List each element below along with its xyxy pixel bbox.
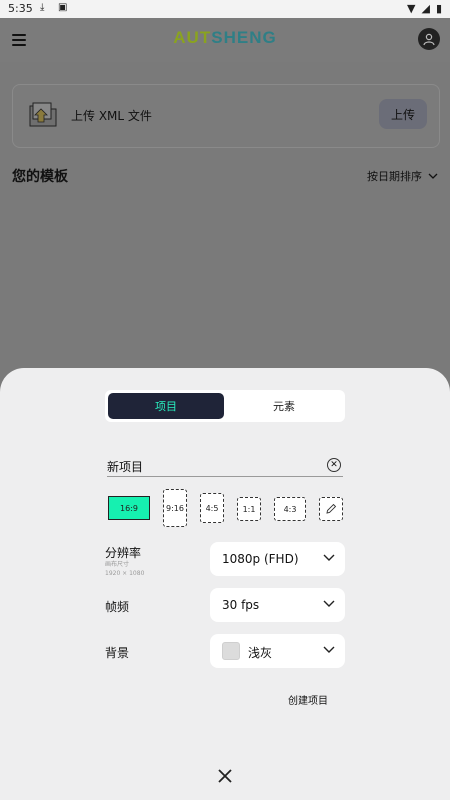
ratio-4-5[interactable]: 4:5: [200, 493, 224, 523]
brand-logo: AUTSHENG: [0, 28, 450, 48]
folder-upload-icon: [29, 101, 57, 127]
project-name-field[interactable]: 新项目 ✕: [107, 456, 343, 477]
resolution-dropdown[interactable]: 1080p (FHD): [210, 542, 345, 576]
ratio-9-16[interactable]: 9:16: [163, 489, 187, 527]
resolution-sub-label: 画布尺寸 1920 × 1080: [105, 560, 144, 578]
resolution-label: 分辨率: [105, 546, 142, 560]
brand-right-text: SHENG: [211, 28, 277, 47]
brand-left-text: AUT: [173, 28, 212, 47]
clear-icon[interactable]: ✕: [327, 458, 341, 472]
background-label: 背景: [105, 646, 130, 660]
upload-xml-card: 上传 XML 文件 上传: [12, 84, 440, 148]
sort-label: 按日期排序: [367, 170, 422, 183]
background-dropdown[interactable]: 浅灰: [210, 634, 345, 668]
chevron-down-icon: [428, 173, 438, 179]
chevron-down-icon: [323, 554, 335, 561]
frame-rate-dropdown[interactable]: 30 fps: [210, 588, 345, 622]
ratio-1-1[interactable]: 1:1: [237, 497, 261, 521]
resolution-value: 1080p (FHD): [222, 552, 299, 566]
project-name-value: 新项目: [107, 460, 144, 474]
status-bar: 5:35 ⤓ ▣ ▼ ◢ ▮: [0, 0, 450, 18]
app-bar: AUTSHENG: [0, 18, 450, 62]
tab-project[interactable]: 项目: [108, 393, 224, 419]
tab-elements[interactable]: 元素: [226, 393, 342, 419]
upload-xml-label: 上传 XML 文件: [71, 109, 152, 123]
wifi-icon: ▼: [407, 2, 416, 15]
resolution-sub-label-1: 画布尺寸: [105, 561, 130, 568]
upload-button[interactable]: 上传: [379, 99, 427, 129]
frame-rate-value: 30 fps: [222, 598, 260, 612]
status-time: 5:35: [8, 2, 33, 15]
resolution-sub-label-2: 1920 × 1080: [105, 570, 145, 577]
battery-icon: ▮: [435, 2, 442, 15]
chevron-down-icon: [323, 600, 335, 607]
ratio-16-9[interactable]: 16:9: [108, 496, 150, 520]
profile-icon[interactable]: [418, 28, 440, 50]
signal-icon: ◢: [421, 2, 430, 15]
ratio-4-3[interactable]: 4:3: [274, 497, 306, 521]
chevron-down-icon: [323, 646, 335, 653]
app-notification-icon: ▣: [58, 2, 68, 13]
custom-ratio-pencil-icon[interactable]: [319, 497, 343, 521]
status-icons: ▼ ◢ ▮: [407, 2, 442, 15]
new-project-sheet: 项目 元素 新项目 ✕ 16:9 9:16 4:5 1:1 4:3 分辨率 画布…: [0, 368, 450, 800]
create-project-button[interactable]: 创建项目: [282, 691, 334, 708]
sort-dropdown[interactable]: 按日期排序: [367, 168, 438, 184]
background-value: 浅灰: [248, 646, 273, 660]
close-icon[interactable]: [217, 768, 233, 784]
frame-rate-label: 帧频: [105, 600, 130, 614]
templates-title: 您的模板: [12, 169, 68, 185]
segment-control: 项目 元素: [105, 390, 345, 422]
background-color-swatch: [222, 642, 240, 660]
download-icon: ⤓: [40, 2, 45, 13]
